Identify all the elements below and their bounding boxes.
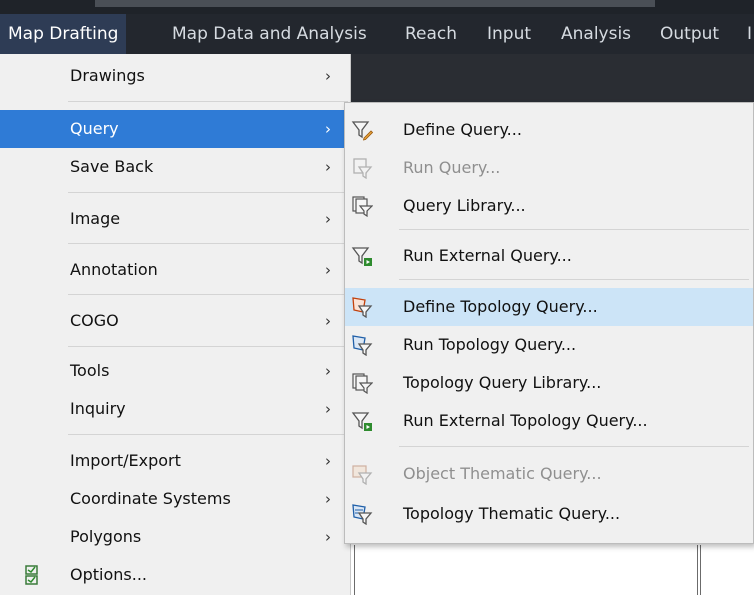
chevron-right-icon: › (325, 67, 331, 85)
submenu-item-label: Run Query... (403, 158, 501, 177)
menu-item-label: Annotation (70, 260, 158, 279)
menu-item-label: Drawings (70, 66, 145, 85)
submenu-item-label: Run Topology Query... (403, 335, 577, 354)
chevron-right-icon: › (325, 312, 331, 330)
title-strip-accent (95, 0, 655, 7)
submenu-item-define-topology-query[interactable]: Define Topology Query... (345, 288, 753, 326)
run-external-topology-query-icon (351, 412, 372, 431)
chevron-right-icon: › (325, 158, 331, 176)
menu-item-label: Polygons (70, 527, 142, 546)
menu-divider (68, 192, 348, 193)
menu-item-query[interactable]: Query › (0, 110, 350, 148)
tab-map-drafting[interactable]: Map Drafting (0, 14, 127, 54)
chevron-right-icon: › (325, 490, 331, 508)
chevron-right-icon: › (325, 120, 331, 138)
chevron-right-icon: › (325, 210, 331, 228)
tab-map-data-and-analysis[interactable]: Map Data and Analysis (172, 14, 367, 54)
canvas-line (700, 545, 701, 595)
menu-item-label: Coordinate Systems (70, 489, 231, 508)
menu-item-polygons[interactable]: Polygons › (0, 518, 350, 556)
tab-overflow[interactable]: I (747, 14, 752, 54)
submenu-item-run-external-topology-query[interactable]: Run External Topology Query... (345, 402, 753, 440)
submenu-item-label: Object Thematic Query... (403, 464, 602, 483)
chevron-right-icon: › (325, 528, 331, 546)
tab-output[interactable]: Output (660, 14, 719, 54)
submenu-item-query-library[interactable]: Query Library... (345, 187, 753, 225)
menu-item-annotation[interactable]: Annotation › (0, 251, 350, 289)
menu-item-options[interactable]: Options... (0, 556, 350, 594)
run-query-icon (353, 158, 373, 179)
tab-analysis[interactable]: Analysis (561, 14, 631, 54)
options-icon (25, 565, 38, 585)
menu-divider (68, 294, 348, 295)
submenu-divider (399, 279, 749, 280)
submenu-item-label: Run External Query... (403, 246, 572, 265)
chevron-right-icon: › (325, 452, 331, 470)
map-drafting-menu: Drawings › Query › Save Back › Image › A… (0, 54, 351, 595)
run-topology-query-icon (352, 335, 373, 356)
query-library-icon (352, 196, 373, 217)
define-query-icon (351, 121, 373, 141)
title-strip (0, 0, 754, 14)
submenu-item-topology-query-library[interactable]: Topology Query Library... (345, 364, 753, 402)
tab-input[interactable]: Input (487, 14, 531, 54)
submenu-item-label: Query Library... (403, 196, 526, 215)
canvas-line (697, 545, 698, 595)
menu-item-inquiry[interactable]: Inquiry › (0, 390, 350, 428)
submenu-item-label: Run External Topology Query... (403, 411, 648, 430)
submenu-item-define-query[interactable]: Define Query... (345, 111, 753, 149)
menu-item-label: Inquiry (70, 399, 126, 418)
menu-item-label: Options... (70, 565, 147, 584)
menu-item-cogo[interactable]: COGO › (0, 302, 350, 340)
canvas-line (354, 545, 355, 595)
chevron-right-icon: › (325, 362, 331, 380)
submenu-divider (399, 446, 749, 447)
ribbon-tab-bar: Map Drafting Map Data and Analysis Reach… (0, 14, 754, 54)
menu-item-label: Image (70, 209, 121, 228)
submenu-divider (399, 229, 749, 230)
tab-reach[interactable]: Reach (405, 14, 457, 54)
submenu-item-run-query[interactable]: Run Query... (345, 149, 753, 187)
topology-thematic-query-icon (352, 504, 373, 525)
submenu-item-label: Define Topology Query... (403, 297, 598, 316)
menu-item-label: Import/Export (70, 451, 181, 470)
menu-divider (68, 243, 348, 244)
menu-divider (68, 346, 348, 347)
menu-item-label: Tools (70, 361, 110, 380)
query-submenu: Define Query... Run Query... Query Libra… (344, 102, 754, 544)
menu-item-label: Save Back (70, 157, 154, 176)
menu-item-image[interactable]: Image › (0, 200, 350, 238)
topology-query-library-icon (352, 373, 373, 394)
menu-divider (68, 101, 348, 102)
menu-item-coordinate-systems[interactable]: Coordinate Systems › (0, 480, 350, 518)
menu-divider (68, 434, 348, 435)
submenu-item-run-external-query[interactable]: Run External Query... (345, 237, 753, 275)
menu-item-tools[interactable]: Tools › (0, 352, 350, 390)
submenu-item-label: Define Query... (403, 120, 522, 139)
define-topology-query-icon (352, 297, 373, 318)
submenu-item-run-topology-query[interactable]: Run Topology Query... (345, 326, 753, 364)
menu-item-label: COGO (70, 311, 119, 330)
menu-item-drawings[interactable]: Drawings › (0, 57, 350, 95)
submenu-item-label: Topology Query Library... (403, 373, 602, 392)
menu-item-import-export[interactable]: Import/Export › (0, 442, 350, 480)
ribbon-panel (350, 54, 754, 102)
submenu-item-label: Topology Thematic Query... (403, 504, 621, 523)
chevron-right-icon: › (325, 400, 331, 418)
menu-item-label: Query (70, 119, 119, 138)
object-thematic-query-icon (352, 465, 373, 485)
menu-item-save-back[interactable]: Save Back › (0, 148, 350, 186)
run-external-query-icon (351, 247, 372, 266)
submenu-item-object-thematic-query[interactable]: Object Thematic Query... (345, 455, 753, 493)
submenu-item-topology-thematic-query[interactable]: Topology Thematic Query... (345, 495, 753, 533)
chevron-right-icon: › (325, 261, 331, 279)
